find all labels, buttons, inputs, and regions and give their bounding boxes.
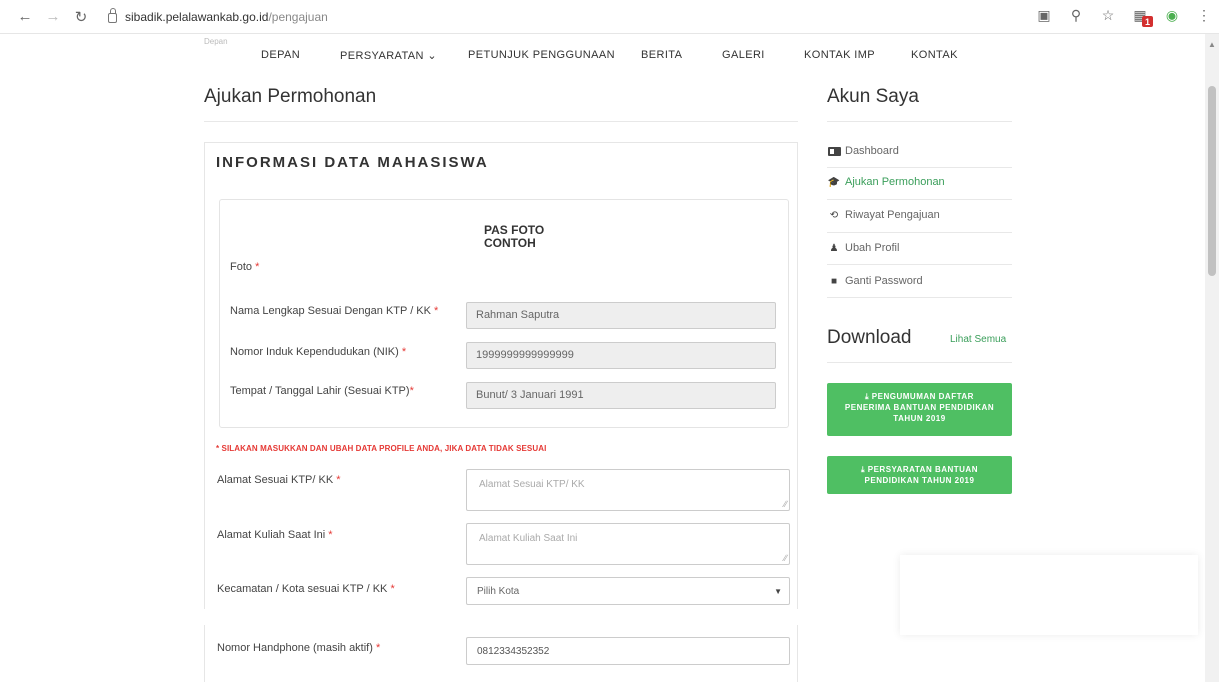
browser-toolbar: ← → ↻ sibadik.pelalawankab.go.id/pengaju…	[0, 0, 1219, 34]
sidebar-item-riwayat[interactable]: ⟲ Riwayat Pengajuan	[827, 209, 940, 221]
card-title: INFORMASI DATA MAHASISWA	[216, 154, 489, 171]
back-icon[interactable]: ←	[14, 6, 36, 28]
profile-notice: * SILAKAN MASUKKAN DAN UBAH DATA PROFILE…	[216, 444, 547, 453]
campus-address-label: Alamat Kuliah Saat Ini *	[217, 529, 333, 541]
sidebar-item-dashboard[interactable]: Dashboard	[827, 145, 899, 157]
nav-item-berita[interactable]: BERITA	[641, 49, 682, 61]
sidebar-item-label: Riwayat Pengajuan	[845, 209, 940, 221]
sidebar-item-label: Ajukan Permohonan	[845, 176, 945, 188]
translate-icon[interactable]: ▣	[1035, 6, 1053, 24]
section-gap	[204, 609, 798, 625]
user-icon: ♟	[829, 242, 839, 254]
nik-label: Nomor Induk Kependudukan (NIK) *	[230, 346, 407, 358]
campus-address-textarea[interactable]: Alamat Kuliah Saat Ini ∕∕	[466, 523, 790, 565]
url-host: sibadik.pelalawankab.go.id	[125, 10, 269, 24]
zoom-icon[interactable]: ⚲	[1067, 6, 1085, 24]
extension-badge: 1	[1142, 16, 1153, 27]
dashboard-icon	[827, 146, 841, 156]
sidebar-title: Akun Saya	[827, 86, 919, 107]
divider	[827, 362, 1012, 363]
sidebar-item-label: Ganti Password	[845, 275, 923, 287]
reload-icon[interactable]: ↻	[70, 6, 92, 28]
nav-item-kontak-imp[interactable]: KONTAK IMP	[804, 49, 875, 61]
star-icon[interactable]: ☆	[1099, 6, 1117, 24]
profile-avatar-icon[interactable]: ◉	[1163, 6, 1181, 24]
page-scrollbar[interactable]: ▲	[1205, 34, 1219, 682]
nav-item-persyaratan[interactable]: PERSYARATAN ⌄	[340, 49, 437, 62]
address-label: Alamat Sesuai KTP/ KK *	[217, 474, 341, 486]
forward-icon[interactable]: →	[42, 6, 64, 28]
phone-label: Nomor Handphone (masih aktif) *	[217, 642, 381, 654]
lock-icon: ■	[830, 275, 838, 287]
resize-handle-icon[interactable]: ∕∕	[784, 553, 787, 563]
url-path: /pengajuan	[268, 10, 328, 24]
birth-label: Tempat / Tanggal Lahir (Sesuai KTP)*	[230, 385, 414, 397]
nav-item-depan[interactable]: DEPAN	[261, 49, 300, 61]
divider	[204, 121, 798, 122]
full-name-label: Nama Lengkap Sesuai Dengan KTP / KK *	[230, 305, 439, 317]
chevron-down-icon: ▼	[774, 587, 782, 596]
scroll-thumb[interactable]	[1208, 86, 1216, 276]
extension-icon[interactable]: ▦ 1	[1131, 6, 1153, 27]
address-textarea[interactable]: Alamat Sesuai KTP/ KK ∕∕	[466, 469, 790, 511]
see-all-link[interactable]: Lihat Semua	[950, 334, 1006, 345]
download-title: Download	[827, 327, 912, 348]
divider	[827, 232, 1012, 233]
photo-placeholder: PAS FOTO CONTOH	[484, 223, 545, 250]
history-icon: ⟲	[829, 209, 839, 221]
divider	[827, 121, 1012, 122]
graduation-cap-icon: 🎓	[827, 176, 841, 188]
birth-field[interactable]: Bunut/ 3 Januari 1991	[466, 382, 776, 409]
divider	[827, 264, 1012, 265]
download-announcement-button[interactable]: ⤓ PENGUMUMAN DAFTAR PENERIMA BANTUAN PEN…	[827, 383, 1012, 436]
district-label: Kecamatan / Kota sesuai KTP / KK *	[217, 583, 395, 595]
sidebar-item-ajukan[interactable]: 🎓 Ajukan Permohonan	[827, 176, 945, 188]
download-requirements-button[interactable]: ⤓ PERSYARATAN BANTUAN PENDIDIKAN TAHUN 2…	[827, 456, 1012, 494]
district-select[interactable]: Pilih Kota ▼	[466, 577, 790, 605]
page-title: Ajukan Permohonan	[204, 86, 377, 107]
scroll-up-icon[interactable]: ▲	[1208, 40, 1216, 49]
resize-handle-icon[interactable]: ∕∕	[784, 499, 787, 509]
nav-item-galeri[interactable]: GALERI	[722, 49, 765, 61]
main-nav: DEPAN PERSYARATAN ⌄ PETUNJUK PENGGUNAAN …	[204, 44, 1004, 70]
nik-field[interactable]: 1999999999999999	[466, 342, 776, 369]
divider	[827, 199, 1012, 200]
browser-actions: ▣ ⚲ ☆ ▦ 1 ◉ ⋮	[1035, 6, 1213, 27]
divider	[827, 167, 1012, 168]
sidebar-item-ubah-profil[interactable]: ♟ Ubah Profil	[827, 242, 900, 254]
sidebar-item-label: Dashboard	[845, 145, 899, 157]
phone-field[interactable]: 0812334352352	[466, 637, 790, 665]
nav-item-petunjuk[interactable]: PETUNJUK PENGGUNAAN	[468, 49, 615, 61]
sidebar-item-ganti-password[interactable]: ■ Ganti Password	[827, 275, 923, 287]
full-name-field[interactable]: Rahman Saputra	[466, 302, 776, 329]
nav-item-kontak[interactable]: KONTAK	[911, 49, 958, 61]
photo-label: Foto *	[230, 261, 260, 273]
popup-overlay	[900, 555, 1198, 635]
lock-icon	[108, 8, 117, 23]
sidebar-item-label: Ubah Profil	[845, 242, 900, 254]
menu-icon[interactable]: ⋮	[1195, 6, 1213, 24]
divider	[827, 297, 1012, 298]
